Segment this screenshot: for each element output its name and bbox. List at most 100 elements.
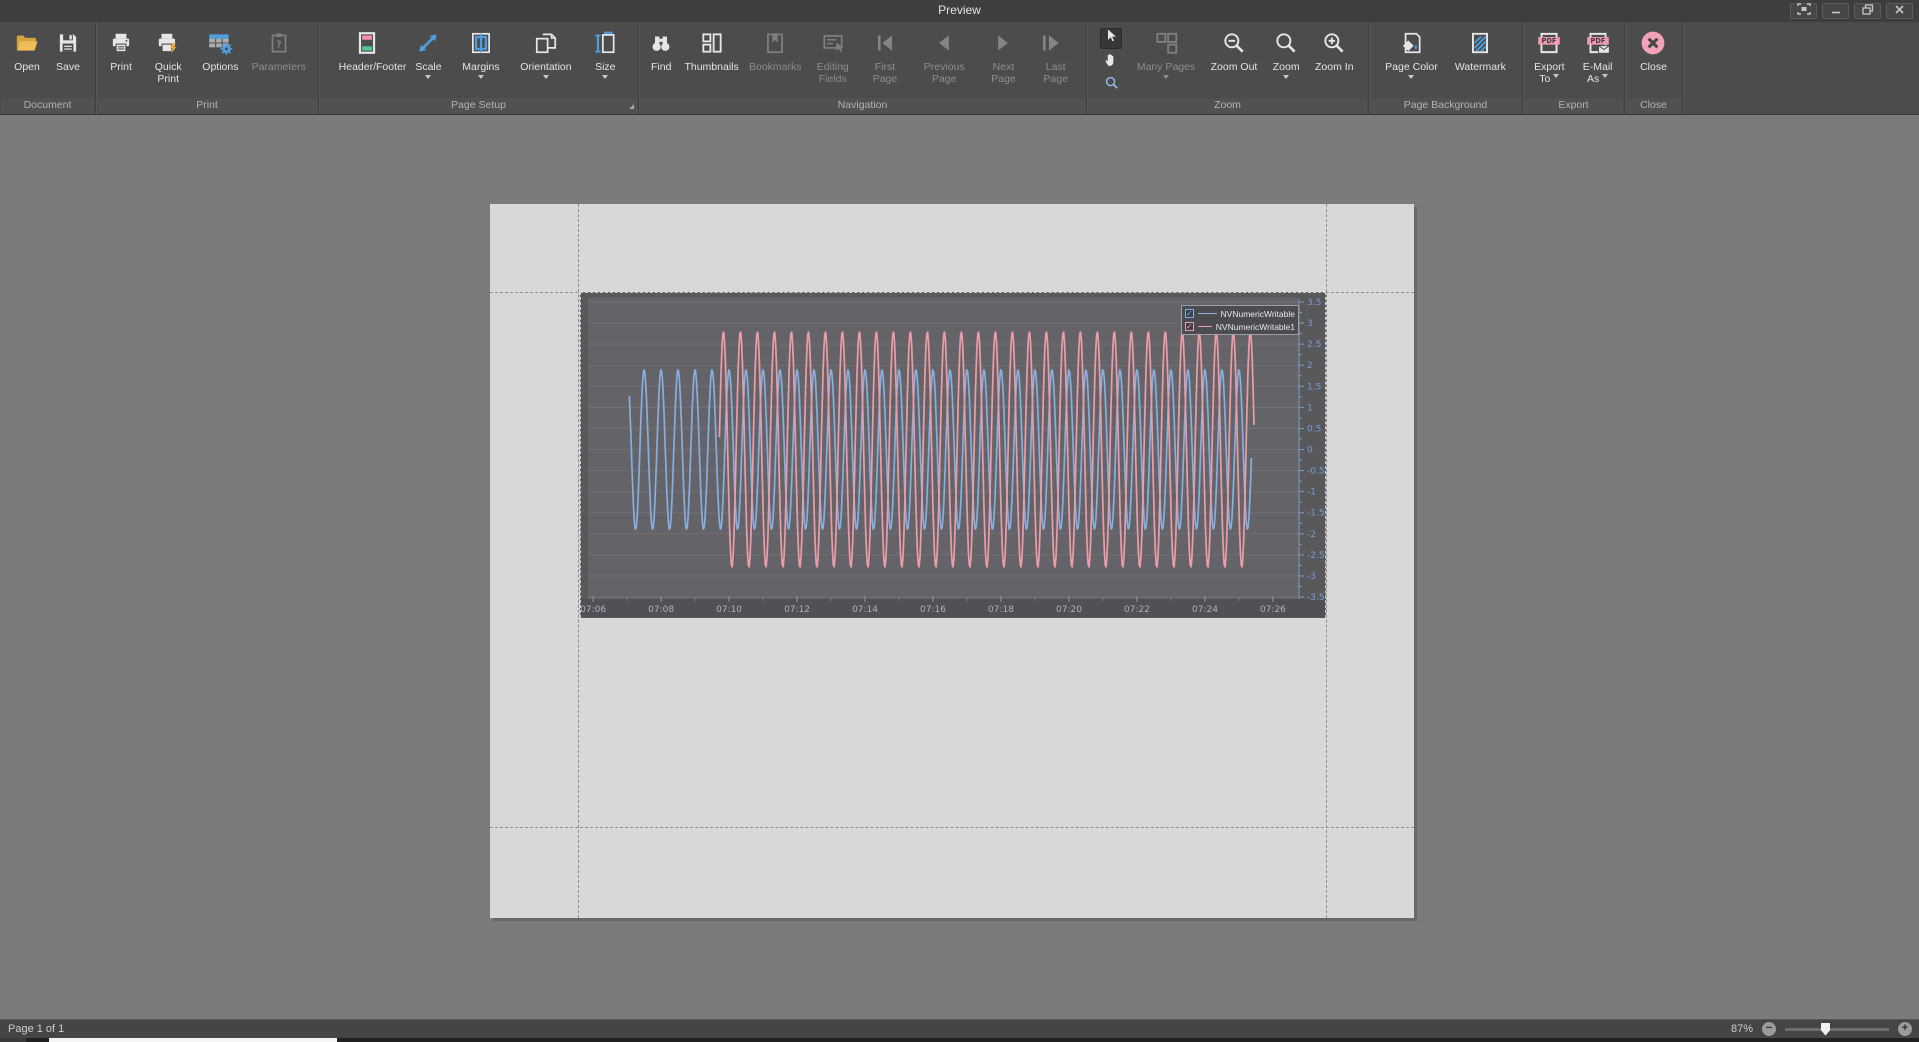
chart-legend: NVNumericWritable NVNumericWritable1: [1181, 305, 1299, 335]
group-label-export: Export: [1524, 98, 1623, 113]
zoom-button[interactable]: Zoom: [1270, 25, 1303, 98]
minimize-icon: [1830, 2, 1842, 20]
last-page-button[interactable]: Last Page: [1032, 25, 1080, 98]
svg-text:07:06: 07:06: [581, 605, 606, 615]
email-as-button[interactable]: PDF E-Mail As: [1574, 25, 1622, 98]
export-pdf-icon: PDF: [1535, 27, 1563, 59]
hand-tool-button[interactable]: [1100, 51, 1122, 72]
last-page-icon: [1043, 27, 1069, 59]
save-button[interactable]: Save: [52, 25, 84, 98]
parameters-clipboard-icon: ?: [266, 27, 292, 59]
next-page-button[interactable]: Next Page: [979, 25, 1027, 98]
chevron-down-icon: [602, 75, 608, 82]
margin-line-right: [1326, 204, 1327, 918]
legend-item[interactable]: NVNumericWritable: [1185, 308, 1295, 319]
magnifier-tool-button[interactable]: [1100, 74, 1122, 95]
svg-text:-3.5: -3.5: [1307, 593, 1325, 603]
close-window-button[interactable]: [1886, 3, 1913, 19]
bookmarks-button[interactable]: Bookmarks: [746, 25, 805, 98]
restore-button[interactable]: [1854, 3, 1881, 19]
pointer-tool-button[interactable]: [1100, 28, 1122, 49]
ribbon-group-print: Print Quick Print Options ? Parameters P…: [96, 22, 319, 114]
series-checkbox[interactable]: [1185, 322, 1194, 331]
bottom-strip-gray-segment: [0, 1038, 26, 1042]
group-label-navigation: Navigation: [640, 98, 1085, 113]
many-pages-icon: [1153, 27, 1179, 59]
svg-text:?: ?: [276, 39, 282, 50]
svg-text:-0.5: -0.5: [1307, 467, 1325, 477]
orientation-button[interactable]: Orientation: [517, 25, 574, 98]
first-page-button[interactable]: First Page: [861, 25, 909, 98]
watermark-icon: [1467, 27, 1493, 59]
svg-text:07:22: 07:22: [1124, 605, 1150, 615]
thumbnails-button[interactable]: Thumbnails: [681, 25, 741, 98]
scale-diagonal-arrows-icon: [415, 27, 441, 59]
options-button[interactable]: Options: [199, 25, 241, 98]
group-label-print: Print: [97, 98, 317, 113]
svg-text:-3: -3: [1307, 572, 1316, 582]
first-page-icon: [872, 27, 898, 59]
size-button[interactable]: Size: [589, 25, 621, 98]
quick-print-button[interactable]: Quick Print: [144, 25, 192, 98]
margin-line-left: [578, 204, 579, 918]
zoom-in-button[interactable]: Zoom In: [1312, 25, 1357, 98]
page-size-icon: [592, 27, 618, 59]
svg-text:-2.5: -2.5: [1307, 551, 1325, 561]
title-bar: Preview: [0, 0, 1919, 22]
printer-icon: [108, 27, 134, 59]
zoom-slider-track[interactable]: [1785, 1028, 1889, 1031]
previous-page-button[interactable]: Previous Page: [913, 25, 975, 98]
chevron-down-icon: [1602, 74, 1608, 81]
parameters-button[interactable]: ? Parameters: [249, 25, 309, 98]
find-button[interactable]: Find: [645, 25, 677, 98]
print-button[interactable]: Print: [105, 25, 137, 98]
fit-screen-icon: [1797, 2, 1811, 20]
scale-button[interactable]: Scale: [412, 25, 444, 98]
ribbon-group-zoom: Many Pages Zoom Out Zoom Zoom In Zoom: [1087, 22, 1369, 114]
zoom-out-button[interactable]: Zoom Out: [1208, 25, 1261, 98]
open-button[interactable]: Open: [11, 25, 43, 98]
previous-page-icon: [931, 27, 957, 59]
svg-text:2: 2: [1307, 361, 1313, 371]
ribbon-group-navigation: Find Thumbnails Bookmarks Editing Fields…: [639, 22, 1087, 114]
zoom-in-icon: [1321, 27, 1347, 59]
series-checkbox[interactable]: [1185, 309, 1194, 318]
fit-window-button[interactable]: [1790, 3, 1817, 19]
editing-fields-button[interactable]: Editing Fields: [809, 25, 857, 98]
group-label-zoom: Zoom: [1088, 98, 1367, 113]
dialog-launcher-icon[interactable]: [629, 104, 634, 109]
chevron-down-icon: [1408, 75, 1414, 82]
close-preview-button[interactable]: Close: [1637, 25, 1670, 98]
zoom-slider-thumb[interactable]: [1821, 1023, 1830, 1036]
chevron-down-icon: [543, 75, 549, 82]
chart-area: 07:0607:0807:1007:1207:1407:1607:1807:20…: [580, 292, 1326, 618]
preview-canvas[interactable]: 07:0607:0807:1007:1207:1407:1607:1807:20…: [0, 115, 1919, 1019]
email-pdf-icon: PDF: [1584, 27, 1612, 59]
orientation-pages-icon: [533, 27, 559, 59]
svg-text:07:14: 07:14: [852, 605, 878, 615]
series-line-swatch: [1198, 326, 1212, 327]
ribbon-group-page-background: Page Color Watermark Page Background: [1369, 22, 1523, 114]
legend-item[interactable]: NVNumericWritable1: [1185, 321, 1295, 332]
bottom-strip-white-segment: [49, 1038, 337, 1042]
zoom-out-step-button[interactable]: −: [1762, 1022, 1776, 1036]
page-color-button[interactable]: Page Color: [1382, 25, 1441, 98]
bottom-edge-strip: [0, 1038, 1919, 1042]
watermark-button[interactable]: Watermark: [1452, 25, 1509, 98]
svg-text:07:10: 07:10: [716, 605, 742, 615]
zoom-in-step-button[interactable]: +: [1898, 1022, 1912, 1036]
margin-line-bottom: [490, 827, 1414, 828]
minimize-button[interactable]: [1822, 3, 1849, 19]
ribbon-group-export: PDF Export To PDF E-Mail As Export: [1523, 22, 1625, 114]
many-pages-button[interactable]: Many Pages: [1134, 25, 1198, 98]
header-footer-button[interactable]: Header/Footer: [336, 25, 398, 98]
export-to-button[interactable]: PDF Export To: [1525, 25, 1573, 98]
page-indicator: Page 1 of 1: [8, 1023, 64, 1035]
svg-text:-1.5: -1.5: [1307, 509, 1325, 519]
svg-text:07:08: 07:08: [648, 605, 674, 615]
ribbon-group-close: Close Close: [1625, 22, 1683, 114]
margins-button[interactable]: Margins: [459, 25, 502, 98]
svg-text:PDF: PDF: [1542, 37, 1557, 45]
close-icon: [1894, 2, 1905, 20]
header-footer-icon: [354, 27, 380, 59]
